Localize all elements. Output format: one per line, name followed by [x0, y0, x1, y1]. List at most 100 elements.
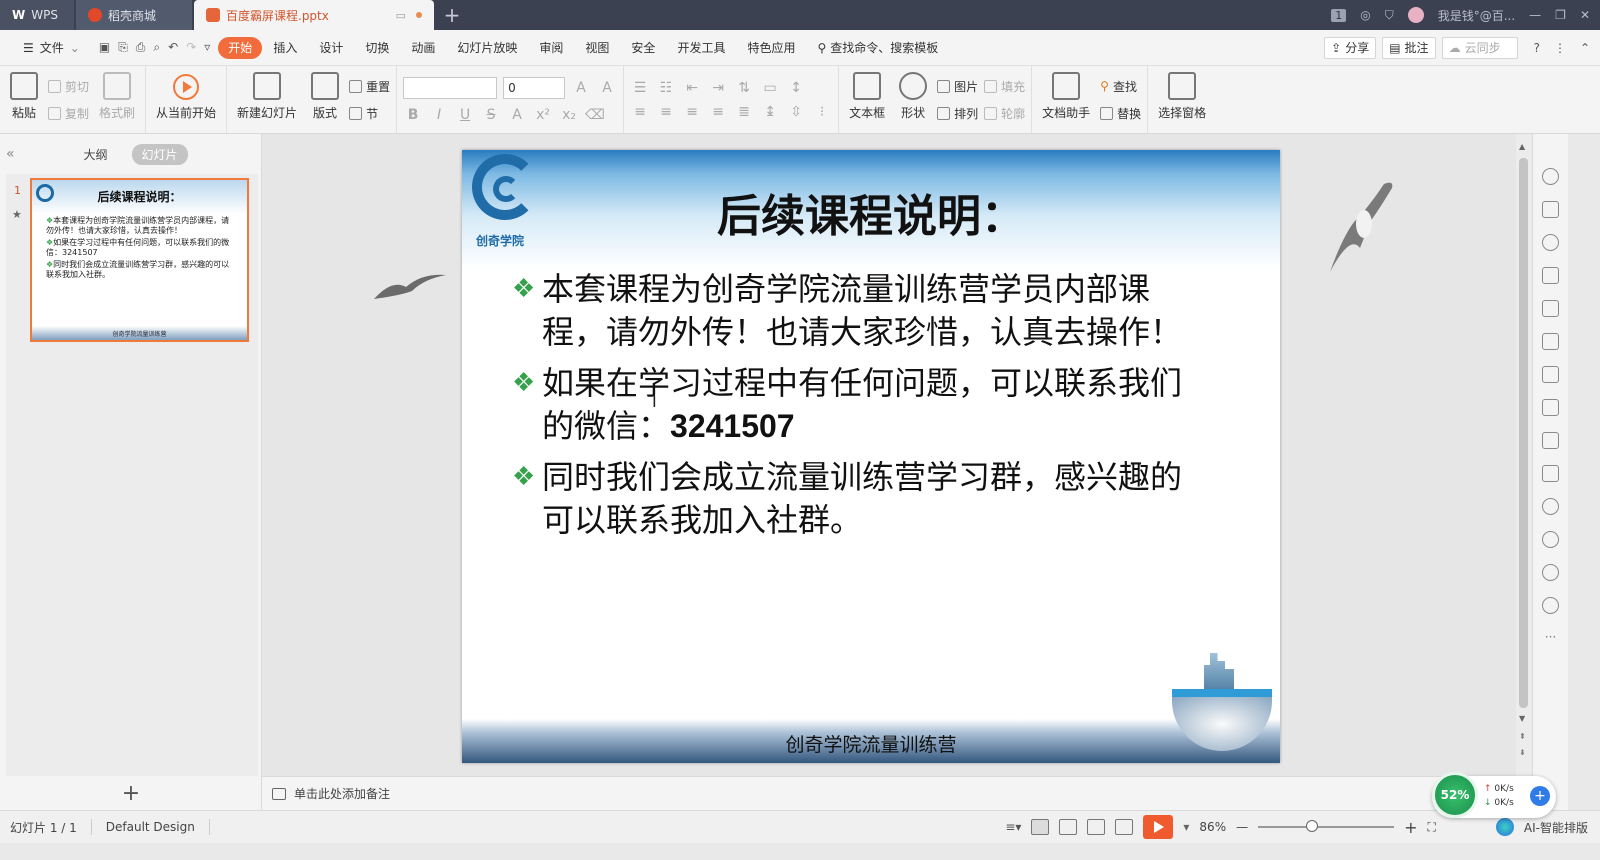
numbering-icon[interactable]: ☷: [656, 80, 676, 96]
fit-window-icon[interactable]: ⛶: [1428, 820, 1436, 835]
textbox-button[interactable]: 文本框: [845, 66, 889, 133]
subscript-icon[interactable]: x₂: [559, 107, 579, 123]
font-name-select[interactable]: [403, 76, 498, 99]
decrease-font-icon[interactable]: A: [597, 80, 617, 96]
reset-button[interactable]: 重置: [349, 78, 390, 95]
design-name[interactable]: Default Design: [106, 820, 195, 834]
pin-icon[interactable]: [1542, 168, 1559, 185]
tab-transition[interactable]: 切换: [354, 37, 400, 59]
zoom-slider[interactable]: [1258, 820, 1395, 832]
document-tab[interactable]: 百度霸屏课程.pptx ▭: [194, 0, 434, 30]
audio-icon[interactable]: [1542, 498, 1559, 515]
tab-view[interactable]: 视图: [574, 37, 620, 59]
scroll-down-icon[interactable]: ▼: [1519, 714, 1525, 723]
redo-icon[interactable]: ↷: [186, 40, 196, 55]
restore-icon[interactable]: ❐: [1555, 8, 1566, 22]
align-left-icon[interactable]: ≡: [630, 104, 650, 120]
slide-sorter-icon[interactable]: [1059, 819, 1078, 835]
columns-icon[interactable]: ⁝: [812, 104, 832, 120]
speed-boost-icon[interactable]: +: [1530, 786, 1550, 806]
zoom-level[interactable]: 86%: [1199, 820, 1226, 834]
print-icon[interactable]: ⎙: [136, 40, 146, 55]
play-slideshow-button[interactable]: [1143, 815, 1174, 839]
customize-icon[interactable]: ▿: [204, 40, 210, 55]
arrange-button[interactable]: 排列: [937, 105, 978, 122]
align-right-icon[interactable]: ≡: [682, 104, 702, 120]
history-icon[interactable]: [1542, 564, 1559, 581]
image-icon[interactable]: [1542, 465, 1559, 482]
shape-style-icon[interactable]: [1542, 234, 1559, 251]
paragraph-spacing-icon[interactable]: ↨: [760, 104, 780, 120]
more-icon[interactable]: ⋮: [1554, 41, 1566, 55]
prev-slide-icon[interactable]: ⇞: [1519, 732, 1526, 741]
canvas-scrollbar[interactable]: ▲ ▼ ⇞ ⇟: [1516, 134, 1532, 776]
notes-bar[interactable]: 单击此处添加备注: [262, 776, 1516, 810]
user-name[interactable]: 我是钱°@百...: [1438, 7, 1515, 24]
picture-button[interactable]: 图片: [937, 78, 978, 95]
notes-toggle-icon[interactable]: ≡▾: [1005, 820, 1021, 834]
docer-shop-tab[interactable]: 稻壳商城: [76, 0, 192, 30]
justify-icon[interactable]: ≡: [708, 104, 728, 120]
collapse-ribbon-icon[interactable]: ⌃: [1580, 41, 1590, 55]
comment-button[interactable]: ▤ 批注: [1382, 36, 1436, 59]
bold-icon[interactable]: B: [403, 107, 423, 123]
settings-sliders-icon[interactable]: [1542, 333, 1559, 350]
doc-assistant-button[interactable]: 文档助手: [1038, 66, 1094, 133]
backup-icon[interactable]: [1542, 531, 1559, 548]
play-options-icon[interactable]: ▾: [1183, 820, 1189, 834]
align-center-icon[interactable]: ≡: [656, 104, 676, 120]
help-icon[interactable]: ?: [1534, 41, 1540, 55]
presenter-view-icon[interactable]: [1115, 819, 1134, 835]
output-icon[interactable]: ⎘: [118, 40, 128, 55]
replace-button[interactable]: 替换: [1100, 105, 1141, 122]
format-painter-button[interactable]: 格式刷: [95, 66, 139, 133]
text-direction-icon[interactable]: ⇅: [734, 80, 754, 96]
tab-security[interactable]: 安全: [620, 37, 666, 59]
more-dots-icon[interactable]: ···: [1545, 630, 1556, 644]
strikethrough-icon[interactable]: S: [481, 107, 501, 123]
font-color-icon[interactable]: A: [507, 107, 527, 123]
add-slide-button[interactable]: +: [0, 776, 262, 810]
slide-thumbnail[interactable]: 后续课程说明： ❖本套课程为创奇学院流量训练营学员内部课程，请勿外传！也请大家珍…: [30, 178, 249, 342]
underline-icon[interactable]: U: [455, 107, 475, 123]
export-icon[interactable]: [1542, 399, 1559, 416]
normal-view-icon[interactable]: [1031, 819, 1050, 835]
help-circle-icon[interactable]: [1542, 597, 1559, 614]
wps-home-tab[interactable]: W WPS: [0, 0, 74, 30]
cloud-sync-button[interactable]: ☁ 云同步: [1441, 36, 1518, 59]
cut-button[interactable]: 剪切: [48, 78, 89, 95]
print-preview-icon[interactable]: ⌕: [153, 40, 160, 55]
network-speed-widget[interactable]: 52% ↑ 0K/s ↓ 0K/s +: [1432, 772, 1556, 818]
minimize-icon[interactable]: —: [1529, 8, 1541, 22]
clear-format-icon[interactable]: ⌫: [585, 107, 605, 123]
decrease-indent-icon[interactable]: ⇤: [682, 80, 702, 96]
zoom-slider-knob[interactable]: [1306, 820, 1319, 832]
find-button[interactable]: ⚲ 查找: [1100, 78, 1141, 95]
distribute-icon[interactable]: ≣: [734, 104, 754, 120]
zoom-out-button[interactable]: —: [1236, 820, 1248, 834]
font-size-select[interactable]: 0: [503, 76, 566, 99]
transition-icon[interactable]: [1542, 201, 1559, 218]
scroll-up-icon[interactable]: ▲: [1519, 142, 1525, 151]
notes-placeholder[interactable]: 单击此处添加备注: [294, 785, 390, 802]
next-slide-icon[interactable]: ⇟: [1519, 748, 1526, 757]
increase-indent-icon[interactable]: ⇥: [708, 80, 728, 96]
tab-features[interactable]: 特色应用: [736, 37, 806, 59]
copy-button[interactable]: 复制: [48, 105, 89, 122]
play-from-current-button[interactable]: 从当前开始: [152, 66, 220, 133]
scrollbar-thumb[interactable]: [1519, 158, 1528, 708]
selection-pane-button[interactable]: 选择窗格: [1154, 66, 1210, 133]
ai-layout-label[interactable]: AI-智能排版: [1524, 819, 1588, 836]
new-slide-button[interactable]: 新建幻灯片: [233, 66, 301, 133]
tab-slides[interactable]: 幻灯片: [131, 143, 188, 165]
window-count-badge[interactable]: 1: [1331, 8, 1347, 22]
current-slide[interactable]: 创奇学院 后续课程说明： ❖ 本套课程为创奇学院流量训练营学员内部课程，请勿外传…: [462, 150, 1280, 763]
save-icon[interactable]: ▣: [99, 40, 110, 55]
ai-layout-icon[interactable]: [1495, 818, 1514, 836]
outline-button[interactable]: 轮廓: [984, 105, 1025, 122]
tab-developer[interactable]: 开发工具: [666, 37, 736, 59]
slide-body-text[interactable]: ❖ 本套课程为创奇学院流量训练营学员内部课程，请勿外传！也请大家珍惜，认真去操作…: [512, 268, 1212, 550]
gallery-icon[interactable]: [1542, 366, 1559, 383]
slide-title[interactable]: 后续课程说明：: [462, 180, 1280, 244]
section-button[interactable]: 节: [349, 105, 390, 122]
